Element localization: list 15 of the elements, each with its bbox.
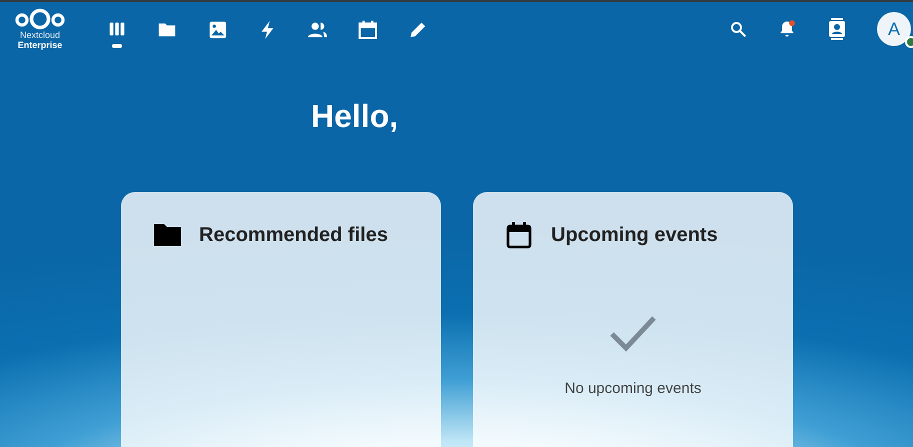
widget-title: Upcoming events xyxy=(551,223,718,248)
folder-icon xyxy=(153,221,181,249)
search-icon[interactable] xyxy=(729,20,747,38)
calendar-icon xyxy=(357,19,377,39)
calendar-icon xyxy=(505,221,533,249)
widget-title: Recommended files xyxy=(199,223,388,248)
logo-text: Nextcloud xyxy=(20,30,60,40)
image-icon xyxy=(207,19,227,39)
logo-icon[interactable] xyxy=(14,8,66,30)
empty-message: No upcoming events xyxy=(564,379,702,399)
contacts-icon[interactable] xyxy=(827,18,847,40)
avatar-button[interactable]: A xyxy=(877,12,911,46)
checkmark-icon xyxy=(609,314,657,352)
logo-text: Enterprise xyxy=(18,40,62,50)
greeting-heading: Hello, xyxy=(311,97,400,136)
